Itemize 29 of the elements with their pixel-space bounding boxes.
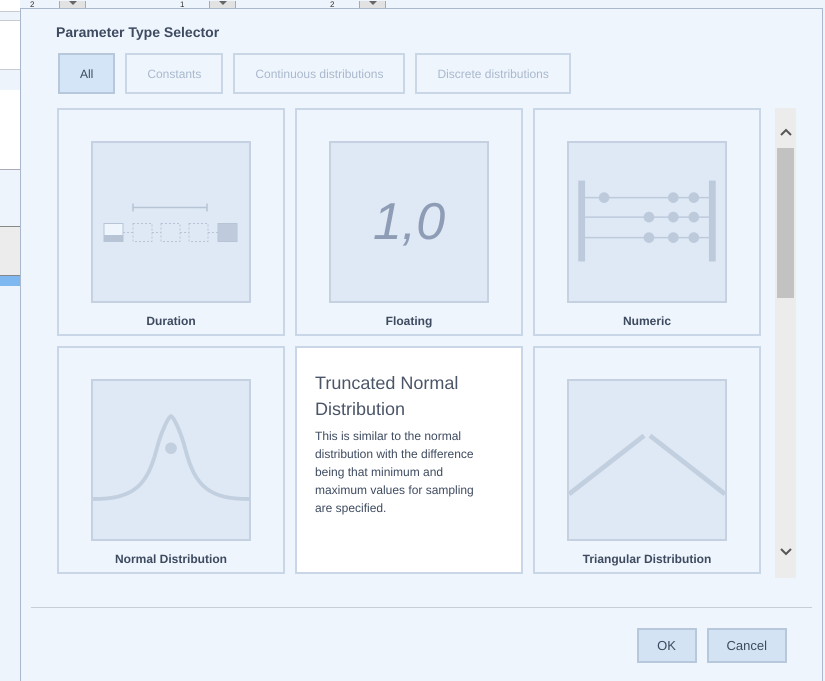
scrollbar-thumb[interactable] [777,148,794,298]
parameter-tile[interactable]: Truncated Normal Distribution This is similar to the normal distribution with the difference being that minimum and maximum values for sampling are specified. [295,346,523,574]
dialog-title: Parameter Type Selector [56,23,220,42]
spinner-value: 1 [180,1,184,9]
parameter-tile[interactable]: Duration [57,108,285,336]
scroll-down-icon[interactable] [780,548,792,556]
tile-label: Numeric [622,313,672,330]
selected-row-highlight [0,276,20,286]
tile-label: Floating [386,313,432,330]
caret-icon [68,1,78,6]
parameter-tile[interactable]: Triangular Distribution [533,346,761,574]
tile-label: Triangular Distribution [582,551,712,568]
tile-heading: Truncated Normal Distribution [315,372,460,421]
spinner-value: 2 [330,1,334,9]
filter-tab[interactable]: All [58,53,116,94]
spinner-value: 2 [30,1,34,9]
tile-label: Duration [146,313,196,330]
scrollbar[interactable] [775,108,796,578]
dialog-button[interactable]: Cancel [706,628,787,663]
parameter-tile[interactable]: Numeric [533,108,761,336]
parameter-tile[interactable]: Normal Distribution [57,346,285,574]
illustration-text: 1,0 [372,192,446,253]
caret-icon [368,1,378,6]
background-field [0,0,20,12]
caret-icon [218,1,228,6]
tile-description: This is similar to the normal distribution with the difference being that minimum and maximum values for sampling are specified. [315,428,475,517]
dialog-button[interactable]: OK [636,628,697,663]
tile-label: Normal Distribution [114,551,227,568]
scroll-up-icon[interactable] [780,128,792,136]
